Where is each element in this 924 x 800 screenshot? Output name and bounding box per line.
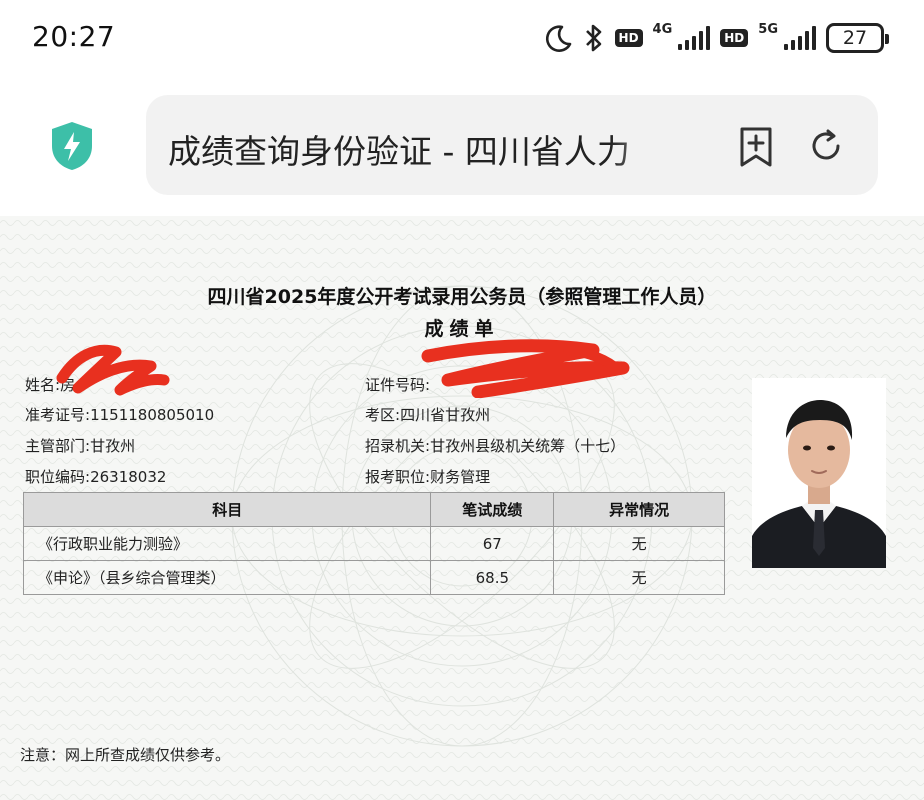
- name-redaction-scribble: [56, 344, 170, 396]
- table-row: 《行政职业能力测验》 67 无: [22, 526, 725, 561]
- department-field: 主管部门:甘孜州: [25, 435, 135, 456]
- exam-number-label: 准考证号:: [25, 406, 91, 424]
- recruiting-agency-label: 招录机关:: [365, 437, 431, 455]
- status-icons: HD 4G HD 5G 27: [543, 20, 889, 56]
- applied-position-label: 报考职位:: [365, 468, 431, 486]
- network-4g-label: 4G: [652, 21, 673, 37]
- signal-5g-icon: [784, 26, 816, 50]
- network-5g-label: 5G: [758, 21, 778, 37]
- bluetooth-icon: [585, 24, 601, 52]
- abnormal-cell: 无: [553, 526, 725, 561]
- table-row: 《申论》（县乡综合管理类） 68.5 无: [22, 560, 725, 595]
- exam-area-value: 四川省甘孜州: [400, 406, 491, 424]
- score-cell: 67: [430, 526, 555, 561]
- reload-icon[interactable]: [806, 126, 846, 166]
- exam-area-field: 考区:四川省甘孜州: [365, 404, 490, 425]
- document-title: 四川省2025年度公开考试录用公务员（参照管理工作人员）: [207, 286, 717, 308]
- candidate-photo: [752, 378, 886, 568]
- signal-4g-icon: [678, 26, 711, 50]
- add-bookmark-icon[interactable]: [736, 125, 776, 169]
- page-title[interactable]: 成绩查询身份验证 - 四川省人力: [168, 125, 688, 173]
- hd-icon: HD: [614, 29, 643, 47]
- exam-area-label: 考区:: [365, 406, 401, 424]
- recruiting-agency-value: 甘孜州县级机关统筹（十七）: [430, 437, 626, 455]
- position-code-label: 职位编码:: [25, 468, 91, 486]
- disclaimer-note: 注意：网上所查成绩仅供参考。: [20, 746, 231, 764]
- recruiting-agency-field: 招录机关:甘孜州县级机关统筹（十七）: [365, 435, 625, 456]
- browser-toolbar: 成绩查询身份验证 - 四川省人力: [0, 78, 924, 216]
- abnormal-cell: 无: [553, 560, 725, 595]
- header-score: 笔试成绩: [430, 492, 555, 527]
- exam-number-field: 准考证号:1151180805010: [25, 404, 214, 425]
- score-cell: 68.5: [430, 560, 555, 595]
- header-subject: 科目: [22, 492, 432, 527]
- portrait-image: [752, 378, 886, 568]
- battery-level: 27: [842, 27, 868, 49]
- address-bar[interactable]: 成绩查询身份验证 - 四川省人力: [146, 95, 878, 195]
- scores-table: 科目 笔试成绩 异常情况 《行政职业能力测验》 67 无 《申论》（县乡综合管理…: [22, 492, 725, 595]
- subject-cell: 《申论》（县乡综合管理类）: [22, 560, 432, 595]
- position-code-value: 26318032: [90, 468, 167, 486]
- name-label: 姓名:: [25, 376, 61, 394]
- table-header-row: 科目 笔试成绩 异常情况: [22, 492, 725, 527]
- applied-position-value: 财务管理: [430, 468, 491, 486]
- battery-icon: 27: [826, 23, 889, 53]
- status-time: 20:27: [32, 20, 116, 53]
- hd-icon: HD: [720, 29, 749, 47]
- shield-bolt-icon[interactable]: [48, 120, 96, 172]
- score-report-document: 四川省2025年度公开考试录用公务员（参照管理工作人员） 成绩单 姓名:房 证件…: [0, 216, 924, 800]
- position-code-field: 职位编码:26318032: [25, 466, 166, 487]
- department-label: 主管部门:: [25, 437, 91, 455]
- moon-icon: [545, 25, 571, 52]
- subject-cell: 《行政职业能力测验》: [22, 526, 432, 561]
- status-bar: 20:27 HD 4G HD 5G 27: [0, 0, 924, 78]
- department-value: 甘孜州: [90, 437, 136, 455]
- header-abnormal: 异常情况: [553, 492, 725, 527]
- id-redaction-scribble: [421, 339, 630, 398]
- exam-number-value: 1151180805010: [90, 406, 215, 424]
- applied-position-field: 报考职位:财务管理: [365, 466, 490, 487]
